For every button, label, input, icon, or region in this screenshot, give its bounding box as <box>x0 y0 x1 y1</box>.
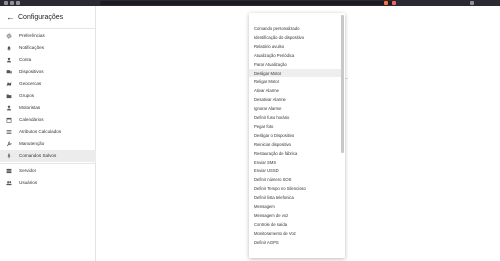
dropdown-option[interactable]: Enviar SMS <box>249 158 341 167</box>
command-type-dropdown[interactable]: Comando personalizado Identificação do d… <box>249 13 345 258</box>
dropdown-option[interactable]: Definir fuso horário <box>249 113 341 122</box>
forward-nav-icon[interactable] <box>10 1 14 5</box>
sidebar-item-dispositivos[interactable]: Dispositivos <box>0 66 96 78</box>
users-icon <box>6 181 12 186</box>
sidebar-item-manutencao[interactable]: Manutenção <box>0 138 96 150</box>
sidebar-header: ← Configurações <box>0 6 96 28</box>
empty-option[interactable] <box>249 13 341 22</box>
dropdown-option[interactable]: Parar Atualização <box>249 60 341 69</box>
sidebar-item-label: Comandos Salvos <box>19 153 57 158</box>
sidebar-item-label: Motoristas <box>19 105 41 110</box>
sidebar-item-label: Calendários <box>19 117 44 122</box>
sidebar-item-calendarios[interactable]: Calendários <box>0 114 96 126</box>
sidebar-item-motoristas[interactable]: Motoristas <box>0 102 96 114</box>
dropdown-option[interactable]: Definir Tempo no Silencioso <box>249 184 341 193</box>
notifications-icon <box>7 46 11 51</box>
sidebar-item-label: Dispositivos <box>19 69 44 74</box>
calendars-icon <box>6 117 12 123</box>
arrow-back-icon[interactable]: ← <box>6 13 15 22</box>
dropdown-option[interactable]: Definir lista telefonica <box>249 193 341 202</box>
dropdown-option[interactable]: Ativar Alarme <box>249 86 341 95</box>
dropdown-option[interactable]: Monitoramento de Voz <box>249 229 341 238</box>
server-icon <box>6 168 12 174</box>
sidebar-item-preferencias[interactable]: Preferências <box>0 30 96 42</box>
maintenance-icon <box>6 141 12 147</box>
dropdown-option[interactable]: Controle de saída <box>249 220 341 229</box>
sidebar-item-notificacoes[interactable]: Notificações <box>0 42 96 54</box>
divider <box>0 28 96 29</box>
dropdown-option[interactable]: Atualização Periódica <box>249 51 341 60</box>
sidebar-item-servidor[interactable]: Servidor <box>0 165 96 177</box>
sidebar-item-label: Notificações <box>19 45 45 50</box>
attributes-icon <box>6 130 12 134</box>
dropdown-scrollbar[interactable] <box>341 15 344 153</box>
shield-icon[interactable] <box>392 1 396 5</box>
drivers-icon <box>6 105 12 111</box>
dropdown-option[interactable]: Desligar o Dispositivo <box>249 131 341 140</box>
dropdown-option[interactable]: Definir AGPS <box>249 238 341 247</box>
devices-icon <box>6 70 12 74</box>
sidebar-item-label: Atributos Calculados <box>19 129 62 134</box>
sidebar-item-usuarios[interactable]: Usuários <box>0 177 96 189</box>
settings-icon <box>6 33 12 39</box>
sidebar-item-label: Preferências <box>19 33 45 38</box>
dropdown-option[interactable]: Pegar foto <box>249 122 341 131</box>
sidebar-item-label: Grupos <box>19 93 35 98</box>
divider <box>0 163 96 164</box>
dropdown-option[interactable]: Desativar Alarme <box>249 95 341 104</box>
sidebar-item-label: Manutenção <box>19 141 45 146</box>
dropdown-option[interactable]: Reiniciar dispositivo <box>249 140 341 149</box>
sidebar-item-label: Geocercas <box>19 81 42 86</box>
dropdown-option-highlighted[interactable]: Desligar Motor <box>249 68 341 78</box>
sidebar-item-comandos-salvos[interactable]: Comandos Salvos <box>0 150 96 162</box>
sidebar-item-conta[interactable]: Conta <box>0 54 96 66</box>
dropdown-option[interactable]: Mensagem de voz <box>249 211 341 220</box>
extension-icon[interactable] <box>384 1 388 5</box>
dropdown-option[interactable]: Identificação do dispositivo <box>249 33 341 42</box>
dropdown-option[interactable]: Restauração de fábrica <box>249 149 341 158</box>
sidebar-item-geocercas[interactable]: Geocercas <box>0 78 96 90</box>
groups-icon <box>6 94 12 99</box>
dropdown-option[interactable]: Enviar USSD <box>249 166 341 175</box>
reload-icon[interactable] <box>16 1 20 5</box>
menu-icon[interactable] <box>470 1 474 5</box>
dropdown-option[interactable]: Definir número SOS <box>249 175 341 184</box>
sidebar-item-label: Usuários <box>19 180 38 185</box>
sidebar-item-label: Conta <box>19 57 32 62</box>
dropdown-option[interactable]: Mensagem <box>249 202 341 211</box>
sidebar-item-label: Servidor <box>19 168 37 173</box>
page-title: Configurações <box>18 14 64 21</box>
dropdown-option[interactable]: Religar Motor <box>249 77 341 86</box>
geofences-icon <box>6 82 12 86</box>
sidebar-item-atributos-calculados[interactable]: Atributos Calculados <box>0 126 96 138</box>
dropdown-option[interactable]: Comando personalizado <box>249 24 341 33</box>
sidebar-item-grupos[interactable]: Grupos <box>0 90 96 102</box>
dropdown-option[interactable]: Ignorar Alarme <box>249 104 341 113</box>
dropdown-option[interactable]: Relatório avulso <box>249 42 341 51</box>
saved-commands-icon <box>7 153 11 159</box>
address-bar[interactable] <box>100 1 396 5</box>
settings-sidebar: ← Configurações Preferências Notificaçõe… <box>0 6 96 261</box>
account-icon <box>6 57 12 63</box>
back-nav-icon[interactable] <box>4 1 8 5</box>
